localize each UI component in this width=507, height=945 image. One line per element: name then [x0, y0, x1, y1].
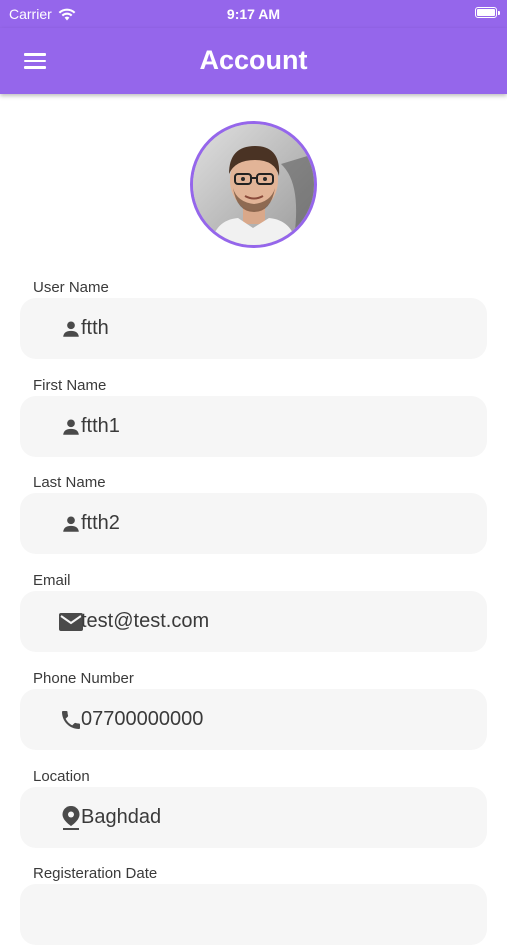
phone-number-label: Phone Number [33, 670, 134, 687]
battery-icon [475, 7, 500, 18]
registration-date-label: Registeration Date [33, 865, 158, 882]
status-bar: Carrier 9:17 AM [0, 0, 507, 28]
location-label: Location [33, 768, 90, 785]
email-value: test@test.com [81, 610, 210, 632]
email-label: Email [33, 572, 71, 589]
first-name-field[interactable]: ftth1 [20, 396, 487, 457]
app-bar: Account [0, 28, 507, 94]
last-name-label: Last Name [33, 474, 106, 491]
phone-number-value: 07700000000 [81, 708, 204, 730]
user-avatar-photo [193, 124, 314, 245]
first-name-label: First Name [33, 377, 107, 394]
location-field[interactable]: Baghdad [20, 787, 487, 848]
phone-number-field[interactable]: 07700000000 [20, 689, 487, 750]
user-name-value: ftth [81, 317, 109, 339]
email-field[interactable]: test@test.com [20, 591, 487, 652]
page-title: Account [199, 45, 308, 75]
location-value: Baghdad [81, 806, 162, 828]
battery-level [477, 9, 495, 16]
user-name-label: User Name [33, 279, 109, 296]
first-name-value: ftth1 [81, 415, 120, 437]
avatar[interactable] [190, 121, 317, 248]
last-name-field[interactable]: ftth2 [20, 493, 487, 554]
last-name-value: ftth2 [81, 512, 120, 534]
user-name-field[interactable]: ftth [20, 298, 487, 359]
registration-date-field[interactable] [20, 884, 487, 945]
status-time: 9:17 AM [226, 6, 281, 22]
